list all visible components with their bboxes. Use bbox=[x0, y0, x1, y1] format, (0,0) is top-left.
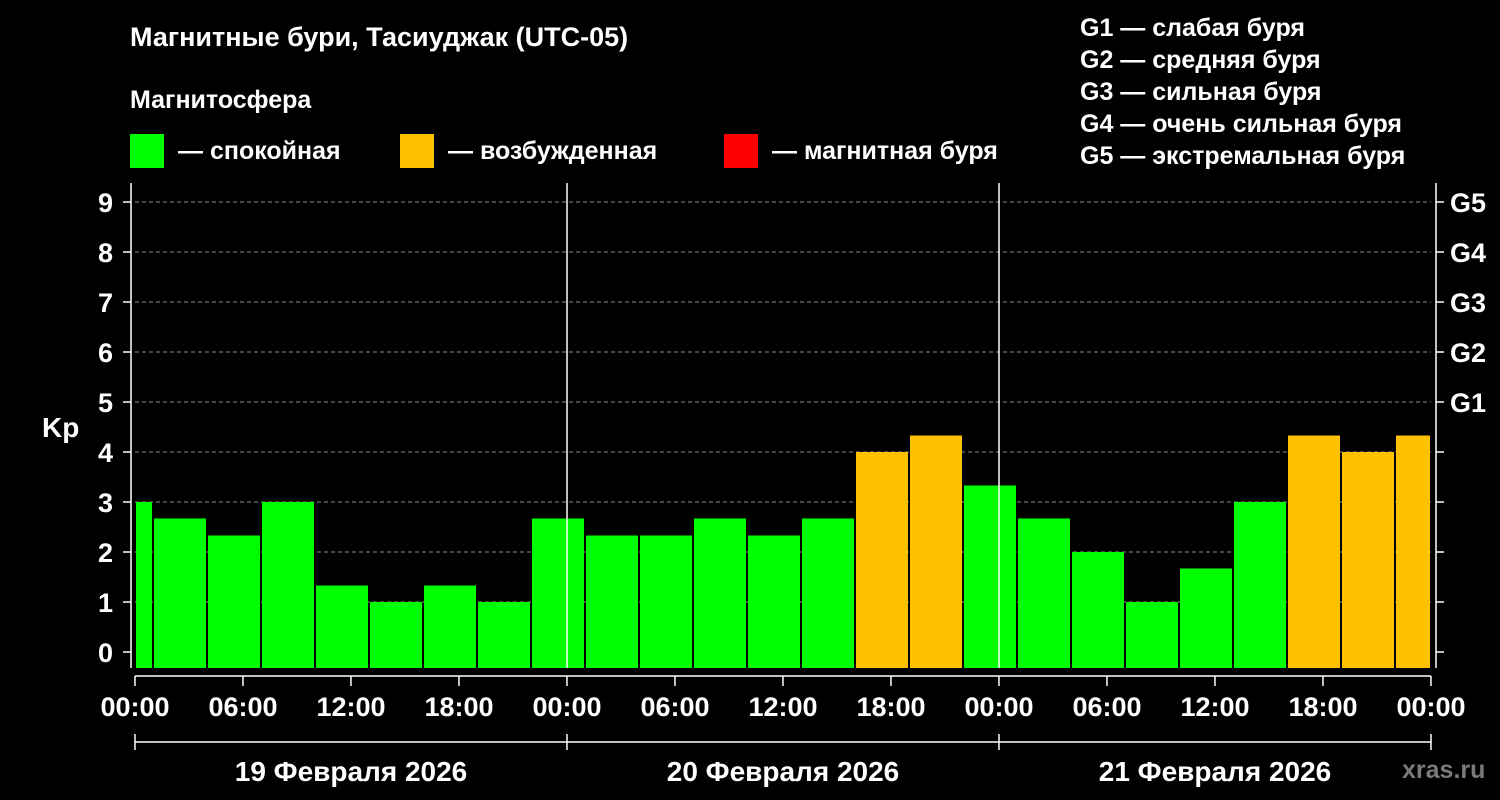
x-tick-label: 12:00 bbox=[316, 692, 385, 722]
kp-bar bbox=[856, 452, 908, 668]
day-label: 21 Февраля 2026 bbox=[1099, 756, 1331, 787]
x-tick-label: 18:00 bbox=[856, 692, 925, 722]
kp-bar bbox=[478, 602, 530, 668]
y-tick-label: 8 bbox=[98, 238, 113, 268]
kp-bar bbox=[1126, 602, 1178, 668]
kp-bar bbox=[586, 535, 638, 668]
x-tick-label: 06:00 bbox=[1072, 692, 1141, 722]
y-tick-label: 7 bbox=[98, 288, 113, 318]
kp-bar bbox=[136, 502, 152, 668]
x-tick-label: 06:00 bbox=[640, 692, 709, 722]
kp-bar bbox=[802, 518, 854, 668]
kp-bar bbox=[532, 518, 584, 668]
kp-bar bbox=[1180, 568, 1232, 668]
day-label: 20 Февраля 2026 bbox=[667, 756, 899, 787]
storm-level-tick-label: G5 bbox=[1450, 188, 1486, 218]
y-tick-label: 5 bbox=[98, 388, 113, 418]
kp-bar bbox=[910, 435, 962, 668]
storm-level-tick-label: G2 bbox=[1450, 338, 1486, 368]
watermark: xras.ru bbox=[1402, 756, 1486, 784]
kp-bar bbox=[1288, 435, 1340, 668]
x-tick-label: 12:00 bbox=[1180, 692, 1249, 722]
y-tick-label: 3 bbox=[98, 488, 113, 518]
y-tick-label: 2 bbox=[98, 538, 113, 568]
x-tick-label: 00:00 bbox=[532, 692, 601, 722]
x-tick-label: 00:00 bbox=[964, 692, 1033, 722]
kp-bar bbox=[964, 485, 1016, 668]
y-tick-label: 4 bbox=[98, 438, 113, 468]
kp-bar bbox=[316, 585, 368, 668]
x-tick-label: 00:00 bbox=[1396, 692, 1465, 722]
x-tick-label: 18:00 bbox=[1288, 692, 1357, 722]
kp-bar bbox=[262, 502, 314, 668]
x-tick-label: 18:00 bbox=[424, 692, 493, 722]
kp-bar bbox=[208, 535, 260, 668]
kp-bar bbox=[370, 602, 422, 668]
kp-bar bbox=[154, 518, 206, 668]
kp-bar bbox=[748, 535, 800, 668]
kp-bar bbox=[1234, 502, 1286, 668]
kp-bar bbox=[1018, 518, 1070, 668]
x-tick-label: 12:00 bbox=[748, 692, 817, 722]
kp-bar bbox=[1342, 452, 1394, 668]
kp-bar bbox=[424, 585, 476, 668]
kp-bar bbox=[640, 535, 692, 668]
x-tick-label: 00:00 bbox=[100, 692, 169, 722]
storm-level-tick-label: G1 bbox=[1450, 388, 1486, 418]
kp-bar bbox=[1072, 552, 1124, 668]
y-tick-label: 1 bbox=[98, 588, 113, 618]
kp-chart: 0 1 2 3 4 5 6 7 8 9 G1 G2 G3 G4 G5 00:00 06:00 12:00 18:00… bbox=[98, 183, 1486, 787]
storm-level-tick-label: G3 bbox=[1450, 288, 1486, 318]
y-tick-label: 9 bbox=[98, 188, 113, 218]
y-tick-label: 6 bbox=[98, 338, 113, 368]
x-tick-label: 06:00 bbox=[208, 692, 277, 722]
kp-bar bbox=[694, 518, 746, 668]
kp-bar bbox=[1396, 435, 1430, 668]
y-tick-label: 0 bbox=[98, 638, 113, 668]
storm-level-tick-label: G4 bbox=[1450, 238, 1486, 268]
day-label: 19 Февраля 2026 bbox=[235, 756, 467, 787]
